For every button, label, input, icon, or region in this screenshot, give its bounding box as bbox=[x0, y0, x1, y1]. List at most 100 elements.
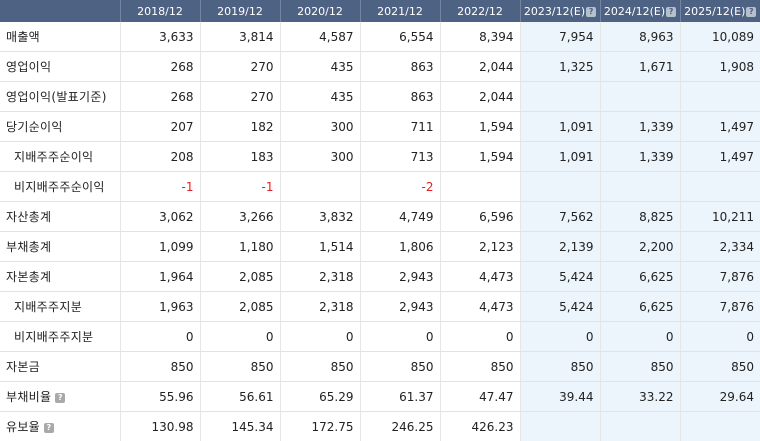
value-cell: 182 bbox=[199, 111, 280, 142]
value-cell: 6,625 bbox=[599, 261, 680, 292]
row-label: 부채총계 bbox=[6, 240, 52, 254]
value-cell: 7,954 bbox=[519, 22, 600, 52]
value-cell: 207 bbox=[119, 111, 200, 142]
value-cell: 863 bbox=[359, 81, 440, 112]
value-cell: 4,749 bbox=[359, 201, 440, 232]
value-cell: 268 bbox=[119, 81, 200, 112]
value-cell: 850 bbox=[359, 351, 440, 382]
row-label: 당기순이익 bbox=[6, 120, 63, 134]
row-label: 영업이익(발표기준) bbox=[6, 90, 107, 104]
value-cell bbox=[599, 171, 680, 202]
value-cell: 3,633 bbox=[119, 22, 200, 52]
help-icon[interactable]: ? bbox=[586, 6, 597, 17]
value-cell: 183 bbox=[199, 141, 280, 172]
column-header-label: 2021/12 bbox=[377, 4, 423, 18]
value-cell: 1,091 bbox=[519, 141, 600, 172]
value-cell: 47.47 bbox=[439, 381, 520, 412]
value-cell: 246.25 bbox=[359, 411, 440, 441]
value-cell: 300 bbox=[279, 141, 360, 172]
table-row: 자본총계 1,964 2,085 2,318 2,943 4,473 5,424 6,625 7… bbox=[0, 261, 760, 292]
table-row: 당기순이익 207 182 300 711 1,594 1,091 1,339 1,497 bbox=[0, 111, 760, 142]
table-body: 매출액 3,633 3,814 4,587 6,554 8,394 7,954 8,963 10… bbox=[0, 22, 760, 441]
value-cell: 61.37 bbox=[359, 381, 440, 412]
value-cell: 1,594 bbox=[439, 111, 520, 142]
column-header-6: 2024/12(E)? bbox=[599, 0, 680, 22]
value-cell: 711 bbox=[359, 111, 440, 142]
row-label: 자산총계 bbox=[6, 210, 52, 224]
column-header-7: 2025/12(E)? bbox=[679, 0, 760, 22]
value-cell: 7,562 bbox=[519, 201, 600, 232]
value-cell: -1 bbox=[119, 171, 200, 202]
value-cell: 300 bbox=[279, 111, 360, 142]
value-cell: 1,325 bbox=[519, 51, 600, 82]
value-cell: 2,085 bbox=[199, 261, 280, 292]
column-header-4: 2022/12 bbox=[439, 0, 520, 22]
value-cell bbox=[279, 171, 360, 202]
value-cell: 850 bbox=[439, 351, 520, 382]
value-cell: 850 bbox=[199, 351, 280, 382]
value-cell: 3,814 bbox=[199, 22, 280, 52]
value-cell: 8,394 bbox=[439, 22, 520, 52]
value-cell: 3,832 bbox=[279, 201, 360, 232]
value-cell: 850 bbox=[279, 351, 360, 382]
help-icon[interactable]: ? bbox=[666, 6, 677, 17]
row-label-cell: 지배주주지분 bbox=[0, 291, 120, 322]
table-row: 영업이익(발표기준) 268 270 435 863 2,044 bbox=[0, 81, 760, 112]
value-cell: 33.22 bbox=[599, 381, 680, 412]
help-icon[interactable]: ? bbox=[746, 6, 757, 17]
table-row: 자본금 850 850 850 850 850 850 850 850 bbox=[0, 351, 760, 382]
table-row: 자산총계 3,062 3,266 3,832 4,749 6,596 7,562 8,825 1… bbox=[0, 201, 760, 232]
value-cell: 3,266 bbox=[199, 201, 280, 232]
value-cell: 850 bbox=[599, 351, 680, 382]
value-cell: 1,091 bbox=[519, 111, 600, 142]
value-cell: 1,497 bbox=[679, 111, 760, 142]
value-cell: 4,587 bbox=[279, 22, 360, 52]
row-label: 지배주주지분 bbox=[14, 300, 83, 314]
value-cell: 10,089 bbox=[679, 22, 760, 52]
value-cell: 850 bbox=[679, 351, 760, 382]
value-cell: 1,339 bbox=[599, 141, 680, 172]
row-label-cell: 부채비율? bbox=[0, 381, 120, 412]
value-cell: 172.75 bbox=[279, 411, 360, 441]
value-cell: 5,424 bbox=[519, 261, 600, 292]
value-cell: 0 bbox=[199, 321, 280, 352]
value-cell: 2,139 bbox=[519, 231, 600, 262]
row-label-cell: 영업이익 bbox=[0, 51, 120, 82]
row-label-cell: 지배주주순이익 bbox=[0, 141, 120, 172]
row-label-cell: 자산총계 bbox=[0, 201, 120, 232]
value-cell: 1,671 bbox=[599, 51, 680, 82]
value-cell: 130.98 bbox=[119, 411, 200, 441]
value-cell: 1,339 bbox=[599, 111, 680, 142]
row-label: 자본금 bbox=[6, 360, 41, 374]
value-cell bbox=[439, 171, 520, 202]
help-icon[interactable]: ? bbox=[55, 393, 66, 403]
value-cell: 3,062 bbox=[119, 201, 200, 232]
value-cell: 1,514 bbox=[279, 231, 360, 262]
value-cell: 2,318 bbox=[279, 261, 360, 292]
value-cell: 1,806 bbox=[359, 231, 440, 262]
value-cell: 2,044 bbox=[439, 81, 520, 112]
help-icon[interactable]: ? bbox=[44, 423, 55, 433]
value-cell: 29.64 bbox=[679, 381, 760, 412]
value-cell: 5,424 bbox=[519, 291, 600, 322]
column-header-label: 2025/12(E) bbox=[684, 4, 746, 18]
value-cell: 1,908 bbox=[679, 51, 760, 82]
value-cell: 6,596 bbox=[439, 201, 520, 232]
table-row: 비지배주주지분 0 0 0 0 0 0 0 0 bbox=[0, 321, 760, 352]
value-cell: 2,318 bbox=[279, 291, 360, 322]
column-header-label: 2022/12 bbox=[457, 4, 503, 18]
value-cell: 270 bbox=[199, 81, 280, 112]
row-label-cell: 자본총계 bbox=[0, 261, 120, 292]
value-cell: 0 bbox=[279, 321, 360, 352]
value-cell: 10,211 bbox=[679, 201, 760, 232]
value-cell: 65.29 bbox=[279, 381, 360, 412]
value-cell: 0 bbox=[119, 321, 200, 352]
value-cell: 713 bbox=[359, 141, 440, 172]
column-header-label: 2020/12 bbox=[297, 4, 343, 18]
table-row: 영업이익 268 270 435 863 2,044 1,325 1,671 1,908 bbox=[0, 51, 760, 82]
value-cell bbox=[599, 411, 680, 441]
row-label: 매출액 bbox=[6, 30, 41, 44]
value-cell: 850 bbox=[519, 351, 600, 382]
value-cell: 2,943 bbox=[359, 291, 440, 322]
column-header-3: 2021/12 bbox=[359, 0, 440, 22]
